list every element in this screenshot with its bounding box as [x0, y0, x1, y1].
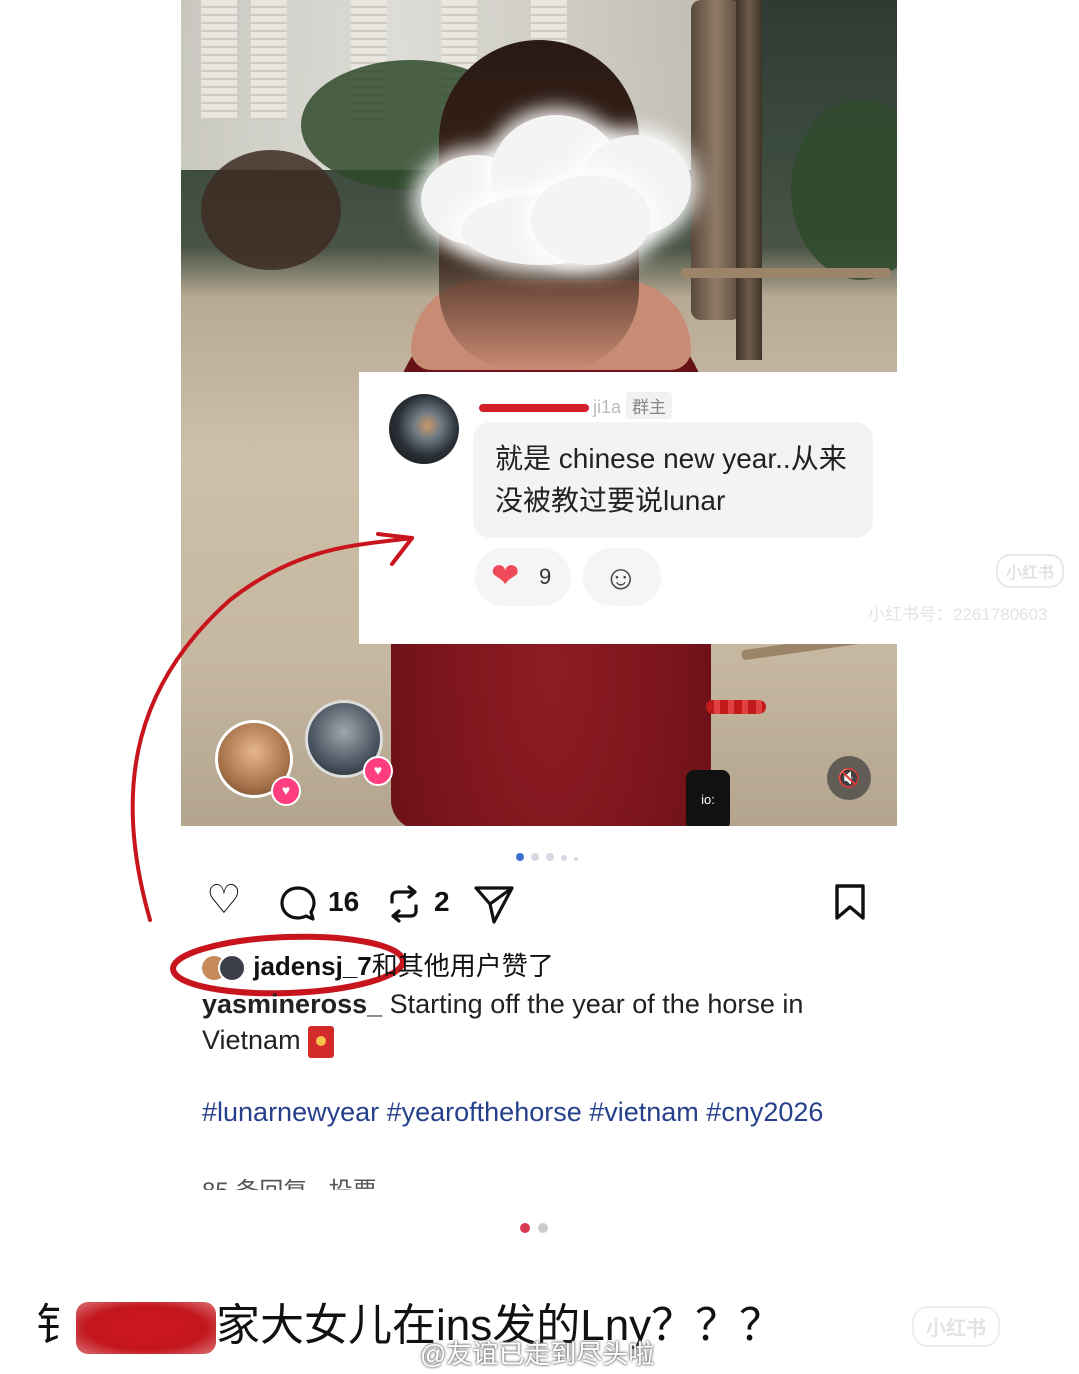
comment-text: 就是 chinese new year..从来没被教过要说lunar — [495, 443, 847, 516]
comment-overlay: ji1a 群主 就是 chinese new year..从来没被教过要说lun… — [359, 372, 899, 644]
caption-username[interactable]: yasmineross_ — [202, 989, 382, 1019]
carousel-dot — [574, 857, 578, 861]
heart-badge-icon: ♥ — [363, 756, 393, 786]
liked-by-row[interactable]: jadensj_7和其他用户赞了 — [200, 946, 554, 983]
post-caption: yasmineross_ Starting off the year of th… — [202, 986, 892, 1058]
wooden-rail — [681, 268, 891, 278]
comment-actions: ❤ 9 ☺ — [475, 548, 669, 606]
carousel-dot — [561, 855, 567, 861]
send-icon[interactable] — [472, 882, 516, 926]
name-redaction — [76, 1302, 216, 1355]
phone-in-hand: io: — [686, 770, 730, 826]
page-dot — [520, 1223, 530, 1233]
face-blur-cloud — [381, 95, 701, 275]
foliage — [791, 100, 897, 280]
post-hashtags[interactable]: #lunarnewyear #yearofthehorse #vietnam #… — [202, 1094, 892, 1130]
heart-icon[interactable]: ❤ — [491, 556, 520, 596]
like-count: 9 — [539, 564, 552, 589]
weibo-watermark: @友谊已走到尽头啦 — [420, 1339, 655, 1369]
repost-count: 2 — [434, 886, 450, 917]
group-owner-badge: 群主 — [626, 392, 673, 419]
bottom-caption-prefix: 钅 — [36, 1301, 80, 1350]
liker-mini-avatar — [218, 954, 246, 983]
window-shutter — [201, 0, 237, 120]
xiaohongshu-watermark: 小红书 — [996, 554, 1065, 588]
speaker-muted-icon[interactable]: 🔇 — [827, 756, 871, 800]
bottom-caption: 钅家大女儿在ins发的Lny？？？ — [36, 1296, 783, 1356]
emoji-icon[interactable]: ☺ — [603, 558, 638, 598]
heart-badge-icon: ♥ — [271, 776, 301, 806]
comment-bubble-icon[interactable] — [278, 884, 318, 924]
liked-by-username[interactable]: jadensj_7 — [253, 951, 372, 981]
repost-icon[interactable] — [384, 884, 424, 924]
carousel-dot — [531, 853, 539, 861]
xiaohongshu-id-watermark: 小红书号：2261780603 — [868, 605, 1048, 624]
shadow-shape — [201, 150, 341, 270]
xiaohongshu-watermark: 小红书 — [912, 1306, 1000, 1347]
react-pill[interactable]: ☺ — [583, 548, 662, 606]
replies-meta[interactable]: 85 条回复 · 投票 — [202, 1170, 502, 1190]
page-dot — [538, 1223, 548, 1233]
comment-count: 16 — [328, 886, 360, 917]
page-dots — [520, 1220, 556, 1238]
commenter-name-row: ji1a 群主 — [479, 392, 673, 419]
like-pill[interactable]: ❤ 9 — [475, 548, 571, 606]
palm-trunk — [736, 0, 762, 360]
bracelet — [706, 700, 766, 714]
carousel-dot — [516, 853, 524, 861]
bookmark-icon[interactable] — [832, 882, 868, 922]
photo-carousel-dots — [516, 848, 585, 866]
username-redaction — [479, 404, 589, 413]
carousel-dot — [546, 853, 554, 861]
red-envelope-icon — [308, 1025, 335, 1058]
window-shutter — [251, 0, 287, 120]
commenter-avatar[interactable] — [389, 394, 459, 464]
liked-by-suffix: 和其他用户赞了 — [371, 951, 554, 981]
heart-outline-icon[interactable]: ♡ — [206, 874, 242, 926]
comment-bubble: 就是 chinese new year..从来没被教过要说lunar — [473, 422, 873, 538]
commenter-username[interactable]: ji1a — [593, 397, 621, 417]
post-action-row: ♡ 16 2 — [200, 876, 880, 928]
